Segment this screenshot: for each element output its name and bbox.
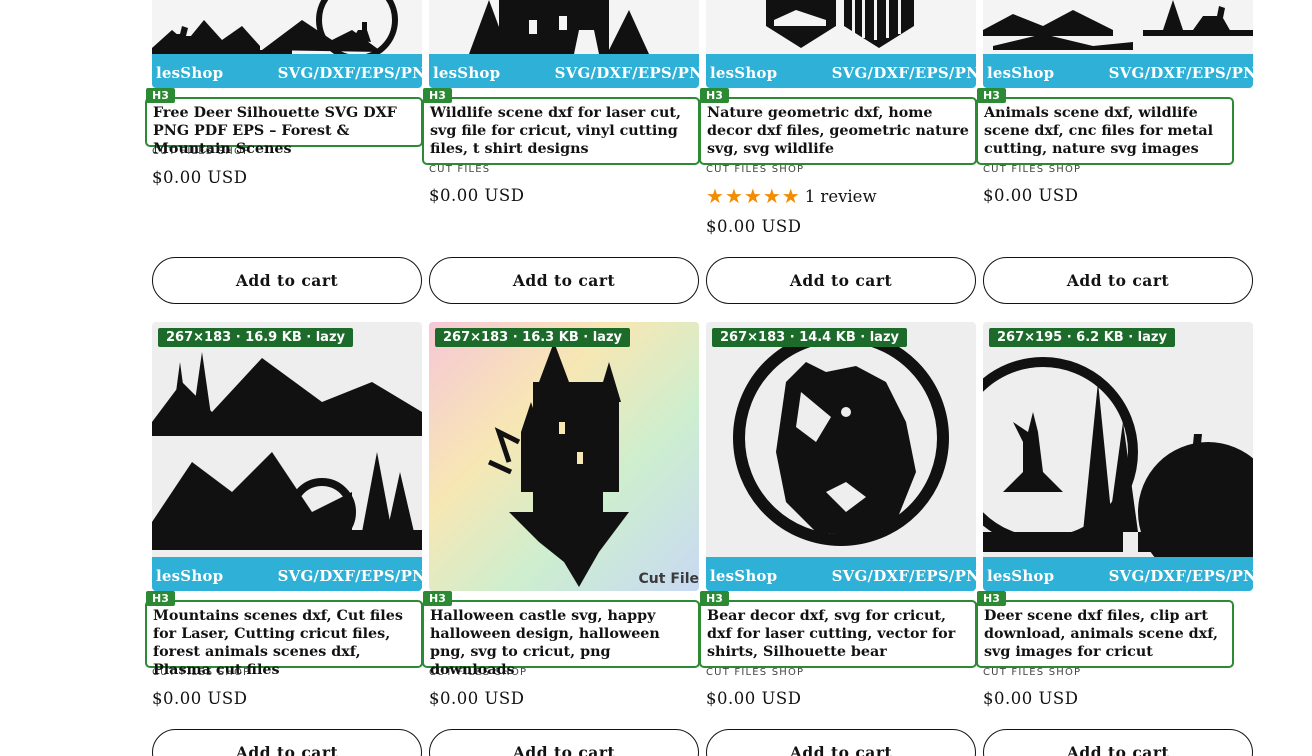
product-image[interactable]: lesShop SVG/DXF/EPS/PN [429,0,699,88]
bear-head-illustration [706,322,976,591]
product-image[interactable]: lesShop SVG/DXF/EPS/PN [152,0,422,88]
add-to-cart-button[interactable]: Add to cart [706,729,976,756]
product-image[interactable]: lesShop SVG/DXF/EPS/PN 267×183 · 14.4 KB… [706,322,976,591]
product-image[interactable]: Cut File 267×183 · 16.3 KB · lazy [429,322,699,591]
product-image[interactable]: lesShop SVG/DXF/EPS/PN [983,0,1253,88]
product-image[interactable]: lesShop SVG/DXF/EPS/PN [706,0,976,88]
brand-strip: lesShop SVG/DXF/EPS/PN [152,557,422,591]
product-title-box[interactable]: Bear decor dxf, svg for cricut, dxf for … [699,600,977,668]
product-grid: lesShop SVG/DXF/EPS/PN H3 Free Deer Silh… [0,0,1312,756]
price: $0.00 USD [152,689,248,708]
product-title-box[interactable]: Mountains scenes dxf, Cut files for Lase… [145,600,423,678]
brand-strip: lesShop SVG/DXF/EPS/PN [152,54,422,88]
star-icon: ★ [781,184,800,208]
brand-strip-left: lesShop [433,64,501,82]
price: $0.00 USD [983,689,1079,708]
brand-strip-left: lesShop [710,64,778,82]
product-title-box[interactable]: Nature geometric dxf, home decor dxf fil… [699,97,977,165]
deer-scene-illustration [983,322,1253,591]
product-title-box[interactable]: Free Deer Silhouette SVG DXF PNG PDF EPS… [145,97,423,157]
product-image[interactable]: lesShop SVG/DXF/EPS/PN 267×183 · 16.9 KB… [152,322,422,591]
product-title[interactable]: Deer scene dxf files, clip art download,… [984,607,1226,661]
product-title[interactable]: Animals scene dxf, wildlife scene dxf, c… [984,104,1226,158]
brand-strip: lesShop SVG/DXF/EPS/PN [983,54,1253,88]
add-to-cart-button[interactable]: Add to cart [429,257,699,304]
image-perf-badge: 267×183 · 16.9 KB · lazy [158,328,353,347]
add-to-cart-button[interactable]: Add to cart [706,257,976,304]
image-perf-badge: 267×183 · 16.3 KB · lazy [435,328,630,347]
vendor-name: CUT FILES SHOP [706,164,805,175]
star-icon: ★ [706,184,724,208]
vendor-name: CUT FILES SHOP [983,667,1082,678]
vendor-name: CUT FILES SHOP [983,164,1082,175]
image-perf-badge: 267×183 · 14.4 KB · lazy [712,328,907,347]
star-icon: ★ [724,184,743,208]
product-title-box[interactable]: Halloween castle svg, happy halloween de… [422,600,700,678]
halloween-castle-illustration [429,322,699,591]
price: $0.00 USD [152,168,248,187]
product-title[interactable]: Mountains scenes dxf, Cut files for Lase… [153,607,415,679]
vendor-name: CUT FILES [429,164,491,175]
product-title[interactable]: Wildlife scene dxf for laser cut, svg fi… [430,104,692,158]
product-title[interactable]: Bear decor dxf, svg for cricut, dxf for … [707,607,969,661]
product-title[interactable]: Nature geometric dxf, home decor dxf fil… [707,104,969,158]
h3-badge: H3 [977,88,1006,103]
star-icon: ★ [762,184,781,208]
brand-strip: lesShop SVG/DXF/EPS/PN [706,557,976,591]
h3-badge: H3 [423,591,452,606]
brand-strip-left: lesShop [987,64,1055,82]
price: $0.00 USD [706,689,802,708]
add-to-cart-button[interactable]: Add to cart [429,729,699,756]
brand-strip-right: SVG/DXF/EPS/PN [831,64,976,82]
product-title-box[interactable]: Wildlife scene dxf for laser cut, svg fi… [422,97,700,165]
add-to-cart-button[interactable]: Add to cart [983,729,1253,756]
image-perf-badge: 267×195 · 6.2 KB · lazy [989,328,1175,347]
brand-strip-left: lesShop [987,567,1055,585]
product-image[interactable]: lesShop SVG/DXF/EPS/PN 267×195 · 6.2 KB … [983,322,1253,591]
rating[interactable]: ★ ★ ★ ★ ★ 1 review [706,186,877,206]
brand-strip-right: SVG/DXF/EPS/PN [1108,567,1253,585]
product-title[interactable]: Halloween castle svg, happy halloween de… [430,607,692,679]
add-to-cart-button[interactable]: Add to cart [983,257,1253,304]
h3-badge: H3 [146,591,175,606]
product-title-box[interactable]: Animals scene dxf, wildlife scene dxf, c… [976,97,1234,165]
brand-strip-right: SVG/DXF/EPS/PN [1108,64,1253,82]
add-to-cart-button[interactable]: Add to cart [152,257,422,304]
star-icon: ★ [743,184,762,208]
product-title[interactable]: Free Deer Silhouette SVG DXF PNG PDF EPS… [153,104,415,158]
brand-strip-left: lesShop [710,567,778,585]
price: $0.00 USD [429,186,525,205]
brand-strip-left: lesShop [156,567,224,585]
price: $0.00 USD [706,217,802,236]
product-title-box[interactable]: Deer scene dxf files, clip art download,… [976,600,1234,668]
h3-badge: H3 [977,591,1006,606]
h3-badge: H3 [700,591,729,606]
h3-badge: H3 [700,88,729,103]
brand-strip-right: SVG/DXF/EPS/PN [831,567,976,585]
h3-badge: H3 [423,88,452,103]
watermark-text: Cut File [638,571,699,587]
brand-strip: lesShop SVG/DXF/EPS/PN [429,54,699,88]
brand-strip-left: lesShop [156,64,224,82]
brand-strip: lesShop SVG/DXF/EPS/PN [983,557,1253,591]
h3-badge: H3 [146,88,175,103]
review-count[interactable]: 1 review [805,187,877,206]
brand-strip-right: SVG/DXF/EPS/PN [554,64,699,82]
brand-strip: lesShop SVG/DXF/EPS/PN [706,54,976,88]
price: $0.00 USD [429,689,525,708]
price: $0.00 USD [983,186,1079,205]
vendor-name: CUT FILES SHOP [706,667,805,678]
mountain-scenes-illustration [152,322,422,591]
brand-strip-right: SVG/DXF/EPS/PN [277,64,422,82]
brand-strip-right: SVG/DXF/EPS/PN [277,567,422,585]
add-to-cart-button[interactable]: Add to cart [152,729,422,756]
